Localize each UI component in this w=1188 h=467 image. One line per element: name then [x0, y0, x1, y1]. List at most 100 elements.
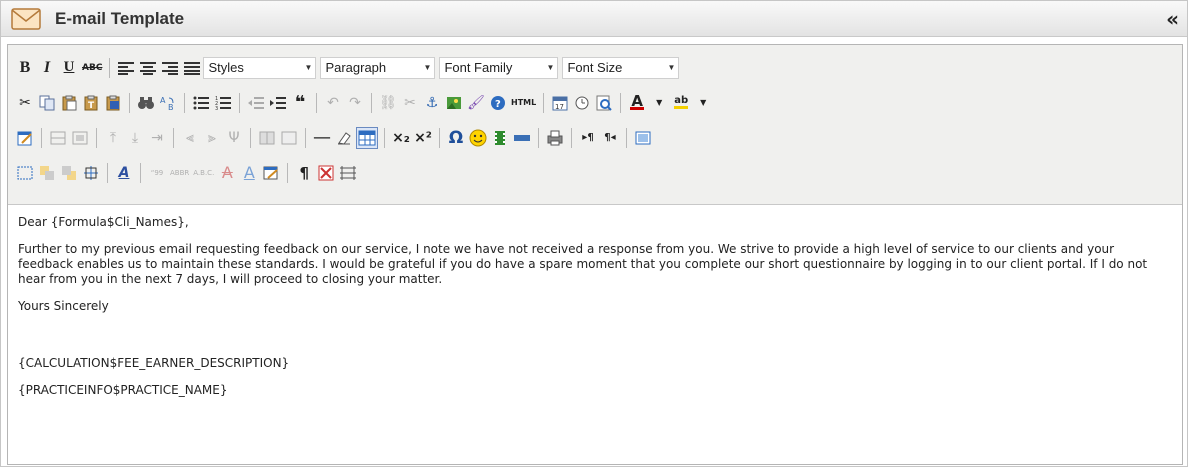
paragraph-select[interactable]: Paragraph ▼: [320, 56, 436, 79]
font-family-select[interactable]: Font Family ▼: [439, 56, 559, 79]
media-icon[interactable]: [490, 127, 510, 149]
table-row-props-icon[interactable]: [48, 127, 68, 149]
delete-col-icon[interactable]: Ψ: [224, 127, 244, 149]
deletion-icon[interactable]: A: [217, 162, 237, 184]
toolbar-separator: [184, 92, 185, 113]
find-icon[interactable]: [136, 92, 156, 114]
svg-text:3: 3: [215, 106, 218, 110]
bullet-list-icon[interactable]: [191, 92, 211, 114]
copy-icon[interactable]: [37, 92, 57, 114]
paste-word-icon[interactable]: [103, 92, 123, 114]
absolute-position-icon[interactable]: [81, 162, 101, 184]
align-left-icon[interactable]: [116, 57, 136, 79]
rtl-icon[interactable]: ¶◂: [600, 127, 620, 149]
svg-text:B: B: [168, 103, 174, 111]
chevron-down-icon: ▼: [667, 63, 676, 72]
bold-button[interactable]: B: [15, 57, 35, 79]
insert-col-before-icon[interactable]: ⫷: [180, 127, 200, 149]
cleanup-icon[interactable]: 🖌: [466, 92, 486, 114]
indent-icon[interactable]: [268, 92, 288, 114]
preview-icon[interactable]: [594, 92, 614, 114]
chevron-down-icon: ▼: [546, 63, 555, 72]
fullscreen-icon[interactable]: [633, 127, 653, 149]
toolbar-row-1: B I U ABC Styles ▼ Paragraph ▼ Font Fami…: [14, 50, 1176, 85]
envelope-icon: [11, 5, 47, 33]
chevron-down-icon[interactable]: ▼: [693, 92, 713, 114]
insert-layer-icon[interactable]: [15, 162, 35, 184]
merge-cells-icon[interactable]: [279, 127, 299, 149]
redo-icon[interactable]: ↷: [345, 92, 365, 114]
cut-icon[interactable]: ✂: [15, 92, 35, 114]
ltr-icon[interactable]: ▸¶: [578, 127, 598, 149]
nonbreaking-icon[interactable]: [316, 162, 336, 184]
insert-time-icon[interactable]: [572, 92, 592, 114]
help-icon[interactable]: ?: [488, 92, 508, 114]
font-size-select[interactable]: Font Size ▼: [562, 56, 680, 79]
undo-icon[interactable]: ↶: [323, 92, 343, 114]
svg-text:?: ?: [495, 99, 501, 110]
emoticon-icon[interactable]: [468, 127, 488, 149]
paste-icon[interactable]: [59, 92, 79, 114]
toolbar-separator: [538, 127, 539, 148]
acronym-icon[interactable]: A.B.C.: [192, 162, 215, 184]
table-cell-props-icon[interactable]: [70, 127, 90, 149]
strikethrough-button[interactable]: ABC: [81, 57, 103, 79]
table-icon[interactable]: [356, 126, 378, 149]
highlight-color-button[interactable]: ab: [671, 92, 691, 114]
blockquote-icon[interactable]: ❝: [290, 92, 310, 114]
greeting-line: Dear {Formula$Cli_Names},: [18, 215, 189, 229]
outdent-icon[interactable]: [246, 92, 266, 114]
delete-row-icon[interactable]: ⇥: [147, 127, 167, 149]
insert-row-after-icon[interactable]: ⤓: [125, 127, 145, 149]
remove-format-icon[interactable]: [334, 127, 354, 149]
highlight-swatch: [674, 106, 689, 109]
attributes-icon[interactable]: [261, 162, 281, 184]
subscript-button[interactable]: ×₂: [391, 127, 411, 149]
toolbar-row-4: A “99 ABBR A.B.C. A A ¶: [14, 155, 1176, 190]
align-right-icon[interactable]: [160, 57, 180, 79]
underline-button[interactable]: U: [59, 57, 79, 79]
chevron-down-icon[interactable]: ▼: [649, 92, 669, 114]
toolbar-separator: [140, 162, 141, 183]
edit-css-icon[interactable]: [15, 127, 35, 149]
toolbar-row-3: ⤒ ⤓ ⇥ ⫷ ⫸ Ψ — ×₂ ×² Ω ▸¶ ¶◂: [14, 120, 1176, 155]
print-icon[interactable]: [545, 127, 565, 149]
page-break-icon[interactable]: [512, 127, 532, 149]
collapse-button[interactable]: «: [1166, 7, 1179, 31]
replace-icon[interactable]: AB: [158, 92, 178, 114]
abbreviation-icon[interactable]: ABBR: [169, 162, 190, 184]
styles-select[interactable]: Styles ▼: [203, 56, 317, 79]
numbered-list-icon[interactable]: 123: [213, 92, 233, 114]
move-backward-icon[interactable]: [59, 162, 79, 184]
horizontal-rule-icon[interactable]: —: [312, 127, 332, 149]
move-forward-icon[interactable]: [37, 162, 57, 184]
email-template-panel: E-mail Template « B I U ABC Styles ▼ Par…: [0, 0, 1188, 467]
link-icon[interactable]: ⛓: [378, 92, 398, 114]
split-cells-icon[interactable]: [257, 127, 277, 149]
html-source-icon[interactable]: HTML: [510, 92, 537, 114]
paste-text-icon[interactable]: T: [81, 92, 101, 114]
align-justify-icon[interactable]: [182, 57, 202, 79]
superscript-button[interactable]: ×²: [413, 127, 433, 149]
font-color-button[interactable]: A: [627, 92, 647, 114]
italic-button[interactable]: I: [37, 57, 57, 79]
insert-col-after-icon[interactable]: ⫸: [202, 127, 222, 149]
insertion-icon[interactable]: A: [239, 162, 259, 184]
toolbar-separator: [96, 127, 97, 148]
style-props-icon[interactable]: A: [114, 162, 134, 184]
show-blocks-icon[interactable]: ¶: [294, 162, 314, 184]
unlink-icon[interactable]: ✂: [400, 92, 420, 114]
toolbar-separator: [107, 162, 108, 183]
visual-chars-icon[interactable]: [338, 162, 358, 184]
special-char-icon[interactable]: Ω: [446, 127, 466, 149]
align-center-icon[interactable]: [138, 57, 158, 79]
anchor-icon[interactable]: ⚓: [422, 92, 442, 114]
image-icon[interactable]: [444, 92, 464, 114]
quote-icon[interactable]: “99: [147, 162, 167, 184]
insert-row-before-icon[interactable]: ⤒: [103, 127, 123, 149]
toolbar-separator: [173, 127, 174, 148]
blank-space: [18, 326, 1172, 356]
insert-date-icon[interactable]: 17: [550, 92, 570, 114]
chevron-down-icon: ▼: [423, 63, 432, 72]
editor-content[interactable]: Dear {Formula$Cli_Names}, Further to my …: [8, 205, 1182, 420]
